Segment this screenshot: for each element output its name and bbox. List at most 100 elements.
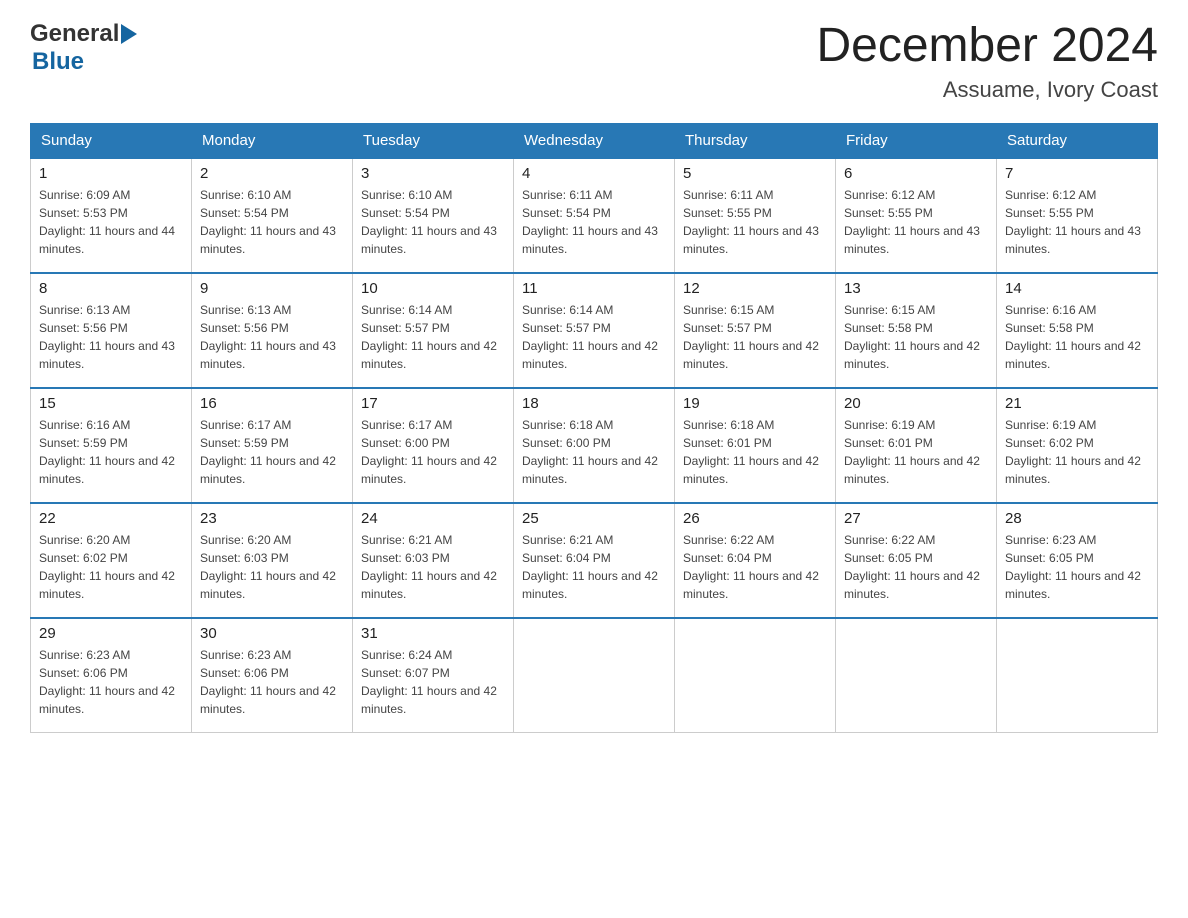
calendar-cell: 12 Sunrise: 6:15 AMSunset: 5:57 PMDaylig… <box>675 273 836 388</box>
week-row-1: 1 Sunrise: 6:09 AMSunset: 5:53 PMDayligh… <box>31 158 1158 273</box>
calendar-cell <box>836 618 997 733</box>
calendar-cell: 22 Sunrise: 6:20 AMSunset: 6:02 PMDaylig… <box>31 503 192 618</box>
day-info: Sunrise: 6:09 AMSunset: 5:53 PMDaylight:… <box>39 186 183 258</box>
day-info: Sunrise: 6:15 AMSunset: 5:58 PMDaylight:… <box>844 301 988 373</box>
header-wednesday: Wednesday <box>514 123 675 158</box>
day-info: Sunrise: 6:10 AMSunset: 5:54 PMDaylight:… <box>200 186 344 258</box>
day-info: Sunrise: 6:12 AMSunset: 5:55 PMDaylight:… <box>844 186 988 258</box>
calendar-cell: 28 Sunrise: 6:23 AMSunset: 6:05 PMDaylig… <box>997 503 1158 618</box>
day-info: Sunrise: 6:21 AMSunset: 6:03 PMDaylight:… <box>361 531 505 603</box>
page-header: General Blue December 2024 Assuame, Ivor… <box>30 20 1158 103</box>
day-info: Sunrise: 6:16 AMSunset: 5:58 PMDaylight:… <box>1005 301 1149 373</box>
logo-general: General <box>30 20 140 48</box>
day-number: 2 <box>200 165 344 182</box>
day-number: 4 <box>522 165 666 182</box>
calendar-cell: 10 Sunrise: 6:14 AMSunset: 5:57 PMDaylig… <box>353 273 514 388</box>
calendar-cell: 17 Sunrise: 6:17 AMSunset: 6:00 PMDaylig… <box>353 388 514 503</box>
day-info: Sunrise: 6:20 AMSunset: 6:02 PMDaylight:… <box>39 531 183 603</box>
header-saturday: Saturday <box>997 123 1158 158</box>
logo: General Blue <box>30 20 140 76</box>
day-number: 11 <box>522 280 666 297</box>
day-info: Sunrise: 6:20 AMSunset: 6:03 PMDaylight:… <box>200 531 344 603</box>
calendar-cell: 26 Sunrise: 6:22 AMSunset: 6:04 PMDaylig… <box>675 503 836 618</box>
day-info: Sunrise: 6:15 AMSunset: 5:57 PMDaylight:… <box>683 301 827 373</box>
day-info: Sunrise: 6:11 AMSunset: 5:55 PMDaylight:… <box>683 186 827 258</box>
calendar-cell: 31 Sunrise: 6:24 AMSunset: 6:07 PMDaylig… <box>353 618 514 733</box>
month-title: December 2024 <box>816 20 1158 73</box>
day-info: Sunrise: 6:12 AMSunset: 5:55 PMDaylight:… <box>1005 186 1149 258</box>
day-number: 28 <box>1005 510 1149 527</box>
calendar-cell: 24 Sunrise: 6:21 AMSunset: 6:03 PMDaylig… <box>353 503 514 618</box>
logo-triangle-icon <box>121 24 137 44</box>
day-number: 12 <box>683 280 827 297</box>
calendar-cell: 11 Sunrise: 6:14 AMSunset: 5:57 PMDaylig… <box>514 273 675 388</box>
day-number: 31 <box>361 625 505 642</box>
week-row-4: 22 Sunrise: 6:20 AMSunset: 6:02 PMDaylig… <box>31 503 1158 618</box>
day-info: Sunrise: 6:21 AMSunset: 6:04 PMDaylight:… <box>522 531 666 603</box>
day-number: 13 <box>844 280 988 297</box>
day-info: Sunrise: 6:23 AMSunset: 6:06 PMDaylight:… <box>200 646 344 718</box>
day-number: 21 <box>1005 395 1149 412</box>
calendar-cell <box>675 618 836 733</box>
header-sunday: Sunday <box>31 123 192 158</box>
calendar-cell: 8 Sunrise: 6:13 AMSunset: 5:56 PMDayligh… <box>31 273 192 388</box>
header-thursday: Thursday <box>675 123 836 158</box>
day-number: 29 <box>39 625 183 642</box>
calendar-cell: 3 Sunrise: 6:10 AMSunset: 5:54 PMDayligh… <box>353 158 514 273</box>
week-row-3: 15 Sunrise: 6:16 AMSunset: 5:59 PMDaylig… <box>31 388 1158 503</box>
day-info: Sunrise: 6:18 AMSunset: 6:01 PMDaylight:… <box>683 416 827 488</box>
logo-general-text: General <box>30 20 119 48</box>
day-info: Sunrise: 6:14 AMSunset: 5:57 PMDaylight:… <box>522 301 666 373</box>
day-info: Sunrise: 6:24 AMSunset: 6:07 PMDaylight:… <box>361 646 505 718</box>
day-number: 18 <box>522 395 666 412</box>
day-info: Sunrise: 6:17 AMSunset: 6:00 PMDaylight:… <box>361 416 505 488</box>
day-number: 10 <box>361 280 505 297</box>
day-number: 22 <box>39 510 183 527</box>
day-info: Sunrise: 6:22 AMSunset: 6:04 PMDaylight:… <box>683 531 827 603</box>
day-number: 8 <box>39 280 183 297</box>
weekday-header-row: Sunday Monday Tuesday Wednesday Thursday… <box>31 123 1158 158</box>
calendar-cell: 25 Sunrise: 6:21 AMSunset: 6:04 PMDaylig… <box>514 503 675 618</box>
calendar-cell: 21 Sunrise: 6:19 AMSunset: 6:02 PMDaylig… <box>997 388 1158 503</box>
day-info: Sunrise: 6:18 AMSunset: 6:00 PMDaylight:… <box>522 416 666 488</box>
day-number: 9 <box>200 280 344 297</box>
day-info: Sunrise: 6:16 AMSunset: 5:59 PMDaylight:… <box>39 416 183 488</box>
header-tuesday: Tuesday <box>353 123 514 158</box>
day-info: Sunrise: 6:11 AMSunset: 5:54 PMDaylight:… <box>522 186 666 258</box>
calendar-table: Sunday Monday Tuesday Wednesday Thursday… <box>30 123 1158 734</box>
day-number: 19 <box>683 395 827 412</box>
day-number: 14 <box>1005 280 1149 297</box>
day-number: 24 <box>361 510 505 527</box>
calendar-cell: 27 Sunrise: 6:22 AMSunset: 6:05 PMDaylig… <box>836 503 997 618</box>
week-row-2: 8 Sunrise: 6:13 AMSunset: 5:56 PMDayligh… <box>31 273 1158 388</box>
day-number: 20 <box>844 395 988 412</box>
calendar-cell: 5 Sunrise: 6:11 AMSunset: 5:55 PMDayligh… <box>675 158 836 273</box>
calendar-cell: 29 Sunrise: 6:23 AMSunset: 6:06 PMDaylig… <box>31 618 192 733</box>
title-block: December 2024 Assuame, Ivory Coast <box>816 20 1158 103</box>
calendar-cell: 16 Sunrise: 6:17 AMSunset: 5:59 PMDaylig… <box>192 388 353 503</box>
day-info: Sunrise: 6:10 AMSunset: 5:54 PMDaylight:… <box>361 186 505 258</box>
calendar-cell: 9 Sunrise: 6:13 AMSunset: 5:56 PMDayligh… <box>192 273 353 388</box>
day-number: 26 <box>683 510 827 527</box>
header-monday: Monday <box>192 123 353 158</box>
day-info: Sunrise: 6:19 AMSunset: 6:01 PMDaylight:… <box>844 416 988 488</box>
day-number: 15 <box>39 395 183 412</box>
day-number: 3 <box>361 165 505 182</box>
calendar-cell: 18 Sunrise: 6:18 AMSunset: 6:00 PMDaylig… <box>514 388 675 503</box>
day-number: 25 <box>522 510 666 527</box>
day-info: Sunrise: 6:14 AMSunset: 5:57 PMDaylight:… <box>361 301 505 373</box>
day-info: Sunrise: 6:22 AMSunset: 6:05 PMDaylight:… <box>844 531 988 603</box>
calendar-cell: 1 Sunrise: 6:09 AMSunset: 5:53 PMDayligh… <box>31 158 192 273</box>
calendar-cell: 4 Sunrise: 6:11 AMSunset: 5:54 PMDayligh… <box>514 158 675 273</box>
day-number: 1 <box>39 165 183 182</box>
day-info: Sunrise: 6:17 AMSunset: 5:59 PMDaylight:… <box>200 416 344 488</box>
calendar-cell: 2 Sunrise: 6:10 AMSunset: 5:54 PMDayligh… <box>192 158 353 273</box>
week-row-5: 29 Sunrise: 6:23 AMSunset: 6:06 PMDaylig… <box>31 618 1158 733</box>
calendar-cell: 7 Sunrise: 6:12 AMSunset: 5:55 PMDayligh… <box>997 158 1158 273</box>
day-info: Sunrise: 6:19 AMSunset: 6:02 PMDaylight:… <box>1005 416 1149 488</box>
calendar-cell: 15 Sunrise: 6:16 AMSunset: 5:59 PMDaylig… <box>31 388 192 503</box>
calendar-cell: 14 Sunrise: 6:16 AMSunset: 5:58 PMDaylig… <box>997 273 1158 388</box>
day-info: Sunrise: 6:23 AMSunset: 6:06 PMDaylight:… <box>39 646 183 718</box>
calendar-cell: 30 Sunrise: 6:23 AMSunset: 6:06 PMDaylig… <box>192 618 353 733</box>
day-number: 5 <box>683 165 827 182</box>
